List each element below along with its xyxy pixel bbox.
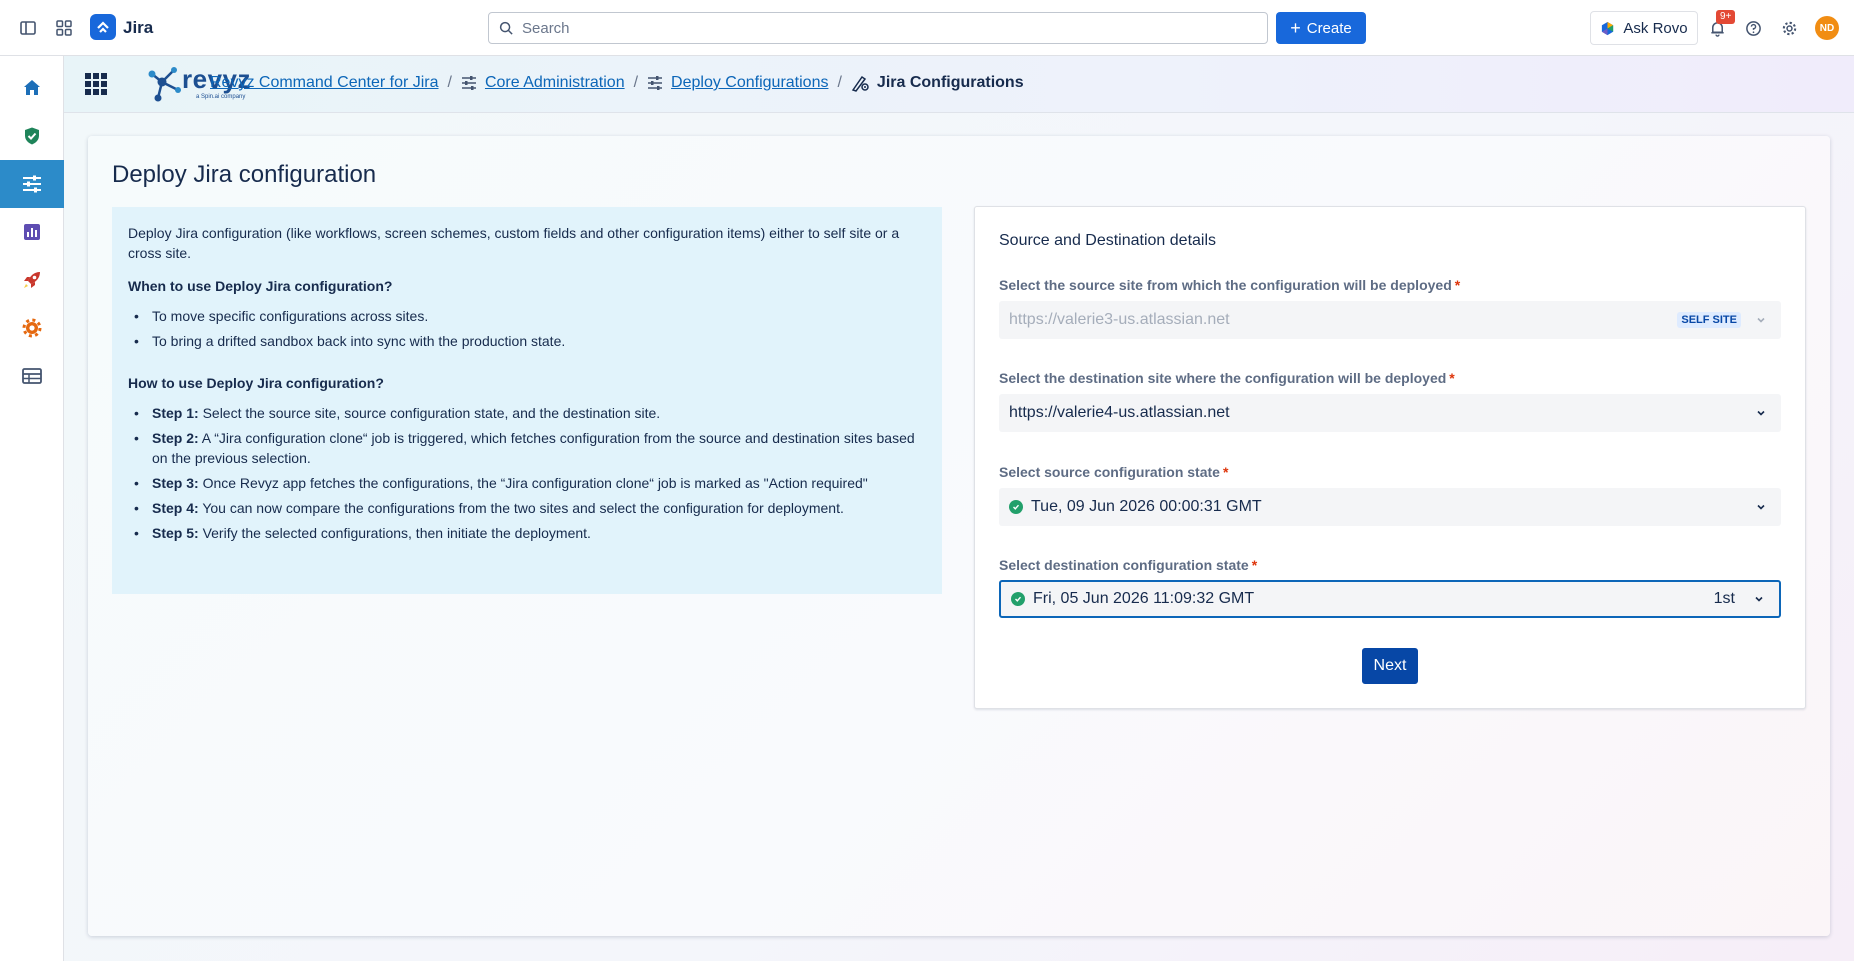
- list-item: To bring a drifted sandbox back into syn…: [128, 331, 926, 351]
- destination-state-label: Select destination configuration state *: [999, 557, 1258, 573]
- step-text: Verify the selected configurations, then…: [198, 525, 591, 541]
- search-placeholder: Search: [522, 19, 570, 37]
- source-destination-form: Source and Destination details Select th…: [974, 206, 1806, 709]
- info-panel: Deploy Jira configuration (like workflow…: [112, 207, 942, 594]
- list-item: To move specific configurations across s…: [128, 306, 926, 326]
- step-text: You can now compare the configurations f…: [198, 500, 844, 516]
- destination-state-select[interactable]: Fri, 05 Jun 2026 11:09:32 GMT 1st: [999, 580, 1781, 618]
- check-circle-icon: [1011, 592, 1025, 606]
- source-state-value: Tue, 09 Jun 2026 00:00:31 GMT: [1031, 498, 1262, 515]
- ask-rovo-label: Ask Rovo: [1623, 19, 1688, 37]
- chart-icon[interactable]: [0, 208, 64, 256]
- step-item: Step 2: A “Jira configuration clone“ job…: [128, 428, 926, 468]
- when-list: To move specific configurations across s…: [128, 306, 926, 351]
- app-name[interactable]: Jira: [123, 18, 153, 38]
- step-item: Step 1: Select the source site, source c…: [128, 403, 926, 423]
- search-icon: [499, 21, 513, 35]
- help-icon[interactable]: [1741, 16, 1765, 40]
- step-label: Step 1:: [152, 405, 199, 421]
- sliders-icon: [461, 75, 477, 91]
- chevron-down-icon: [1751, 314, 1771, 326]
- table-icon[interactable]: [0, 352, 64, 400]
- chevron-down-icon: [1749, 593, 1769, 605]
- shield-check-icon[interactable]: [0, 112, 64, 160]
- state-order-label: 1st: [1713, 590, 1735, 607]
- breadcrumb-core-administration[interactable]: Core Administration: [485, 74, 625, 92]
- app-header: revyz a Spin.ai company Revyz Command Ce…: [64, 56, 1854, 113]
- breadcrumb: Revyz Command Center for Jira / Core Adm…: [210, 74, 1024, 92]
- breadcrumb-separator: /: [837, 74, 842, 91]
- step-text: Select the source site, source configura…: [198, 405, 661, 421]
- when-heading: When to use Deploy Jira configuration?: [128, 278, 393, 294]
- destination-site-value: https://valerie4-us.atlassian.net: [1009, 404, 1230, 421]
- top-navigation-bar: Jira Search + Create Ask Rovo 9+ ND: [0, 0, 1854, 56]
- self-site-badge: SELF SITE: [1677, 312, 1741, 328]
- rocket-icon[interactable]: [0, 256, 64, 304]
- step-label: Step 2:: [152, 430, 199, 446]
- step-item: Step 5: Verify the selected configuratio…: [128, 523, 926, 543]
- breadcrumb-separator: /: [447, 74, 452, 91]
- info-intro: Deploy Jira configuration (like workflow…: [128, 225, 900, 261]
- source-state-select[interactable]: Tue, 09 Jun 2026 00:00:31 GMT: [999, 488, 1781, 526]
- destination-site-select[interactable]: https://valerie4-us.atlassian.net: [999, 394, 1781, 432]
- chevron-down-icon: [1751, 501, 1771, 513]
- revyz-logo-mark-icon: [148, 67, 181, 102]
- steps-list: Step 1: Select the source site, source c…: [128, 403, 926, 543]
- sliders-icon[interactable]: [0, 160, 64, 208]
- breadcrumb-separator: /: [633, 74, 639, 91]
- search-input[interactable]: Search: [488, 12, 1268, 44]
- create-label: Create: [1306, 19, 1352, 37]
- notifications-badge: 9+: [1716, 10, 1736, 24]
- destination-site-label: Select the destination site where the co…: [999, 370, 1455, 386]
- create-button[interactable]: + Create: [1276, 12, 1366, 44]
- sidebar-toggle-icon[interactable]: [16, 16, 40, 40]
- app-switcher-icon[interactable]: [52, 16, 76, 40]
- home-icon[interactable]: [0, 64, 64, 112]
- how-heading: How to use Deploy Jira configuration?: [128, 375, 384, 391]
- page-title: Deploy Jira configuration: [112, 161, 377, 188]
- check-circle-icon: [1009, 500, 1023, 514]
- step-label: Step 3:: [152, 475, 199, 491]
- avatar[interactable]: ND: [1815, 16, 1839, 40]
- plus-icon: +: [1290, 18, 1301, 38]
- grid-menu-icon[interactable]: [64, 60, 128, 108]
- gear-icon[interactable]: [0, 304, 64, 352]
- rovo-icon: [1602, 21, 1614, 35]
- chevron-down-icon: [1751, 407, 1771, 419]
- source-site-value: https://valerie3-us.atlassian.net: [1009, 311, 1230, 328]
- step-text: Once Revyz app fetches the configuration…: [198, 475, 868, 491]
- step-text: A “Jira configuration clone“ job is trig…: [152, 430, 915, 466]
- sliders-icon: [647, 75, 663, 91]
- deploy-config-icon: [851, 74, 869, 92]
- source-site-select: https://valerie3-us.atlassian.net SELF S…: [999, 301, 1781, 339]
- settings-icon[interactable]: [1777, 16, 1801, 40]
- next-button[interactable]: Next: [1362, 648, 1418, 684]
- form-title: Source and Destination details: [999, 232, 1217, 249]
- source-site-label: Select the source site from which the co…: [999, 277, 1461, 293]
- jira-logo-icon[interactable]: [90, 14, 116, 40]
- ask-rovo-button[interactable]: Ask Rovo: [1590, 11, 1698, 45]
- step-item: Step 3: Once Revyz app fetches the confi…: [128, 473, 926, 493]
- source-state-label: Select source configuration state *: [999, 464, 1229, 480]
- breadcrumb-current: Jira Configurations: [876, 74, 1024, 91]
- breadcrumb-command-center[interactable]: Revyz Command Center for Jira: [210, 74, 439, 92]
- left-rail: [0, 56, 64, 961]
- breadcrumb-deploy-configurations[interactable]: Deploy Configurations: [671, 74, 828, 92]
- revyz-logo-subtext: a Spin.ai company: [196, 94, 246, 100]
- step-label: Step 4:: [152, 500, 199, 516]
- step-label: Step 5:: [152, 525, 199, 541]
- step-item: Step 4: You can now compare the configur…: [128, 498, 926, 518]
- destination-state-value: Fri, 05 Jun 2026 11:09:32 GMT: [1033, 590, 1255, 607]
